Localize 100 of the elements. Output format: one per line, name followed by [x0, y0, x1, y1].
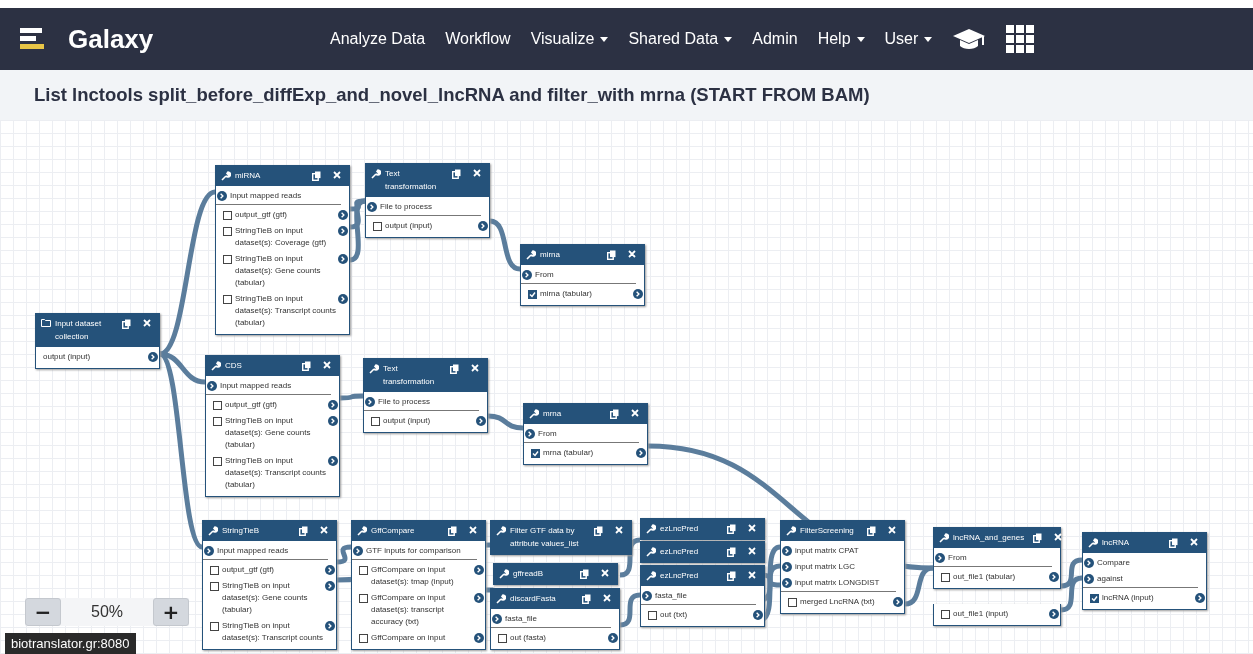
checkbox[interactable]	[210, 622, 219, 631]
brand-name[interactable]: Galaxy	[68, 23, 154, 55]
input-port-icon[interactable]	[365, 397, 375, 407]
output-port-icon[interactable]	[474, 565, 484, 575]
close-icon[interactable]	[888, 526, 896, 534]
node-header[interactable]: GffCompare	[352, 520, 485, 541]
output-port-icon[interactable]	[1049, 609, 1059, 619]
close-icon[interactable]	[615, 526, 623, 534]
copy-icon[interactable]	[312, 171, 321, 181]
copy-icon[interactable]	[727, 524, 736, 534]
close-icon[interactable]	[473, 169, 481, 177]
checkbox[interactable]	[531, 449, 540, 458]
workflow-node[interactable]: Text transformation File to process output (input)	[363, 358, 488, 433]
close-icon[interactable]	[631, 409, 639, 417]
output-port-icon[interactable]	[338, 294, 348, 304]
copy-icon[interactable]	[867, 526, 876, 536]
nav-link[interactable]: Help	[817, 30, 865, 48]
workflow-node[interactable]: ezLncPred	[640, 518, 765, 540]
checkbox[interactable]	[213, 417, 222, 426]
checkbox[interactable]	[210, 582, 219, 591]
close-icon[interactable]	[1054, 533, 1063, 541]
node-header[interactable]: discardFasta	[491, 588, 619, 609]
checkbox[interactable]	[371, 417, 380, 426]
close-icon[interactable]	[320, 526, 328, 534]
checkbox[interactable]	[648, 611, 657, 620]
output-port-icon[interactable]	[325, 621, 335, 631]
checkbox[interactable]	[528, 290, 537, 299]
checkbox[interactable]	[498, 634, 507, 643]
workflow-node[interactable]	[215, 165, 350, 335]
close-icon[interactable]	[748, 547, 756, 555]
node-header[interactable]: lncRNA	[1083, 532, 1206, 553]
output-port-icon[interactable]	[474, 633, 484, 643]
copy-icon[interactable]	[727, 547, 736, 557]
input-port-icon[interactable]	[217, 191, 227, 201]
output-port-icon[interactable]	[474, 593, 484, 603]
output-port-icon[interactable]	[1195, 593, 1205, 603]
checkbox[interactable]	[1090, 594, 1099, 603]
node-header[interactable]: ezLncPred	[641, 565, 764, 586]
input-port-icon[interactable]	[525, 429, 535, 439]
nav-link[interactable]: Analyze Data	[330, 30, 426, 48]
input-port-icon[interactable]	[782, 562, 792, 572]
close-icon[interactable]	[1190, 538, 1198, 546]
workflow-node[interactable]: out_file1 (input)	[933, 604, 1061, 626]
nav-link[interactable]: Workflow	[445, 30, 511, 48]
copy-icon[interactable]	[299, 526, 308, 536]
copy-icon[interactable]	[610, 409, 619, 419]
checkbox[interactable]	[223, 211, 232, 220]
close-icon[interactable]	[143, 319, 151, 327]
copy-icon[interactable]	[580, 569, 589, 579]
checkbox[interactable]	[223, 255, 232, 264]
node-header[interactable]: Text transformation	[366, 163, 489, 197]
copy-icon[interactable]	[450, 364, 459, 374]
output-port-icon[interactable]	[893, 597, 903, 607]
workflow-node[interactable]: lncRNA Compare against lncRNA (input)	[1082, 532, 1207, 610]
node-header[interactable]: mirna	[521, 244, 644, 265]
checkbox[interactable]	[223, 295, 232, 304]
nav-link[interactable]: User	[884, 30, 933, 48]
output-port-icon[interactable]	[338, 226, 348, 236]
output-port-icon[interactable]	[633, 289, 643, 299]
input-port-icon[interactable]	[367, 202, 377, 212]
copy-icon[interactable]	[452, 169, 461, 179]
close-icon[interactable]	[603, 594, 611, 602]
input-port-icon[interactable]	[1084, 574, 1094, 584]
workflow-node[interactable]: gffreadB	[493, 563, 618, 585]
output-port-icon[interactable]	[328, 416, 338, 426]
workflow-node[interactable]: GffCompare GTF inputs for comparison GffCompare on input dataset(s): tmap (input) GffCompare on input dataset(s): transcript accuracy (txt) GffCompare on input	[351, 520, 486, 650]
workflow-node[interactable]: mrna From mrna (tabular)	[523, 403, 648, 465]
node-header[interactable]: CDS	[206, 355, 339, 376]
checkbox[interactable]	[359, 594, 368, 603]
output-port-icon[interactable]	[325, 565, 335, 575]
output-port-icon[interactable]	[338, 210, 348, 220]
input-port-icon[interactable]	[1084, 558, 1094, 568]
input-port-icon[interactable]	[642, 591, 652, 601]
workflow-node[interactable]: StringTieB Input mapped reads output_gtf (gtf) StringTieB on input dataset(s): Gene counts (tabular) StringTieB on input dataset(s): Transcript counts	[202, 520, 337, 650]
apps-grid-icon[interactable]	[1006, 25, 1035, 53]
output-port-icon[interactable]	[476, 416, 486, 426]
workflow-node[interactable]: discardFasta fasta_file out (fasta)	[490, 588, 620, 650]
copy-icon[interactable]	[122, 319, 131, 329]
node-header[interactable]: miRNA	[216, 165, 349, 186]
copy-icon[interactable]	[302, 361, 311, 371]
output-port-icon[interactable]	[328, 400, 338, 410]
workflow-node[interactable]: FilterScreening input matrix CPAT input matrix LGC input matrix LONGDIST merged LncRNA (txt)	[780, 520, 905, 614]
copy-icon[interactable]	[1033, 533, 1043, 543]
close-icon[interactable]	[469, 526, 477, 534]
copy-icon[interactable]	[607, 250, 616, 260]
workflow-node[interactable]: ezLncPred	[640, 541, 765, 563]
input-port-icon[interactable]	[782, 546, 792, 556]
workflow-node[interactable]: lncRNA_and_genes From out_file1 (tabular)	[933, 527, 1061, 589]
copy-icon[interactable]	[594, 526, 603, 536]
input-port-icon[interactable]	[935, 553, 945, 563]
workflow-node[interactable]: Filter GTF data by attribute values_list	[490, 520, 632, 555]
node-header[interactable]: lncRNA_and_genes	[934, 527, 1060, 548]
workflow-node[interactable]: Input dataset collection output (input)	[35, 313, 160, 369]
output-port-icon[interactable]	[325, 581, 335, 591]
checkbox[interactable]	[223, 227, 232, 236]
close-icon[interactable]	[323, 361, 331, 369]
close-icon[interactable]	[601, 569, 609, 577]
workflow-node[interactable]: CDS Input mapped reads output_gtf (gtf) StringTieB on input dataset(s): Gene counts (tabular) StringTieB on input dataset(s): Transcript counts (tabular)	[205, 355, 340, 497]
copy-icon[interactable]	[727, 571, 736, 581]
zoom-in-button[interactable]: +	[153, 598, 189, 626]
